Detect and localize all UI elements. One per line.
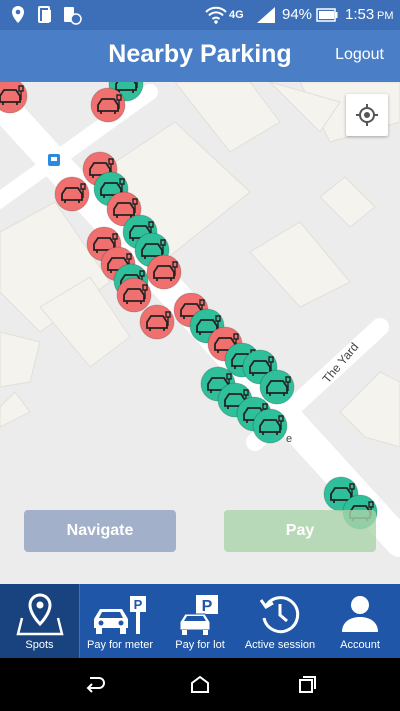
clock-time: 1:53 — [345, 6, 375, 23]
tab-spots[interactable]: Spots — [0, 584, 80, 658]
tab-pay-for-lot[interactable]: P Pay for lot — [160, 584, 240, 658]
parking-spot-available[interactable] — [259, 369, 295, 405]
tab-label: Pay for meter — [86, 639, 154, 651]
sync-icon — [64, 7, 82, 25]
status-bar: 4G 94% 1:53 PM — [0, 0, 400, 30]
clock-ampm: PM — [377, 10, 394, 22]
car-parking-icon: P — [179, 595, 218, 635]
parking-spot-available[interactable] — [252, 408, 288, 444]
bottom-nav: Spots P Pay for meter P Pay for lot Acti… — [0, 584, 400, 658]
parking-spot-occupied[interactable] — [146, 254, 182, 290]
navigate-button[interactable]: Navigate — [24, 510, 176, 552]
svg-text:P: P — [134, 597, 143, 612]
parking-spot-occupied[interactable] — [90, 87, 126, 123]
tab-label: Pay for lot — [175, 639, 225, 651]
system-nav-bar — [0, 658, 400, 711]
map-pin-icon — [15, 593, 64, 636]
parking-spot-occupied[interactable] — [54, 176, 90, 212]
tab-pay-for-meter[interactable]: P Pay for meter — [80, 584, 160, 658]
clock-icon — [259, 596, 300, 634]
parking-spot-occupied[interactable] — [139, 304, 175, 340]
network-type: 4G — [229, 9, 244, 21]
app-bar: Nearby Parking Logout — [0, 30, 400, 82]
logout-button[interactable]: Logout — [335, 46, 384, 64]
street-label-fragment: e — [286, 433, 292, 445]
my-location-button[interactable] — [346, 94, 388, 136]
crosshair-icon — [356, 104, 378, 126]
tab-label: Spots — [25, 639, 54, 651]
battery-percent: 94% — [282, 6, 313, 23]
back-icon[interactable] — [84, 674, 106, 694]
car-meter-icon: P — [94, 596, 146, 634]
parking-spot-occupied[interactable] — [116, 277, 152, 313]
pay-button[interactable]: Pay — [224, 510, 376, 552]
recents-icon[interactable] — [295, 674, 317, 694]
tab-label: Account — [340, 639, 380, 651]
home-icon[interactable] — [189, 674, 211, 694]
tab-label: Active session — [244, 639, 316, 651]
account-icon — [342, 596, 378, 632]
wifi-icon — [205, 6, 227, 24]
svg-text:P: P — [202, 598, 213, 615]
map-view[interactable]: The Yard e Navigate Pay — [0, 82, 400, 584]
tab-active-session[interactable]: Active session — [240, 584, 320, 658]
map-canvas[interactable]: The Yard e — [0, 82, 400, 584]
tab-account[interactable]: Account — [320, 584, 400, 658]
signal-icon — [257, 7, 275, 23]
battery-icon — [316, 8, 338, 22]
street-label: The Yard — [320, 340, 362, 386]
device-icon — [38, 6, 51, 23]
location-icon — [12, 6, 24, 23]
